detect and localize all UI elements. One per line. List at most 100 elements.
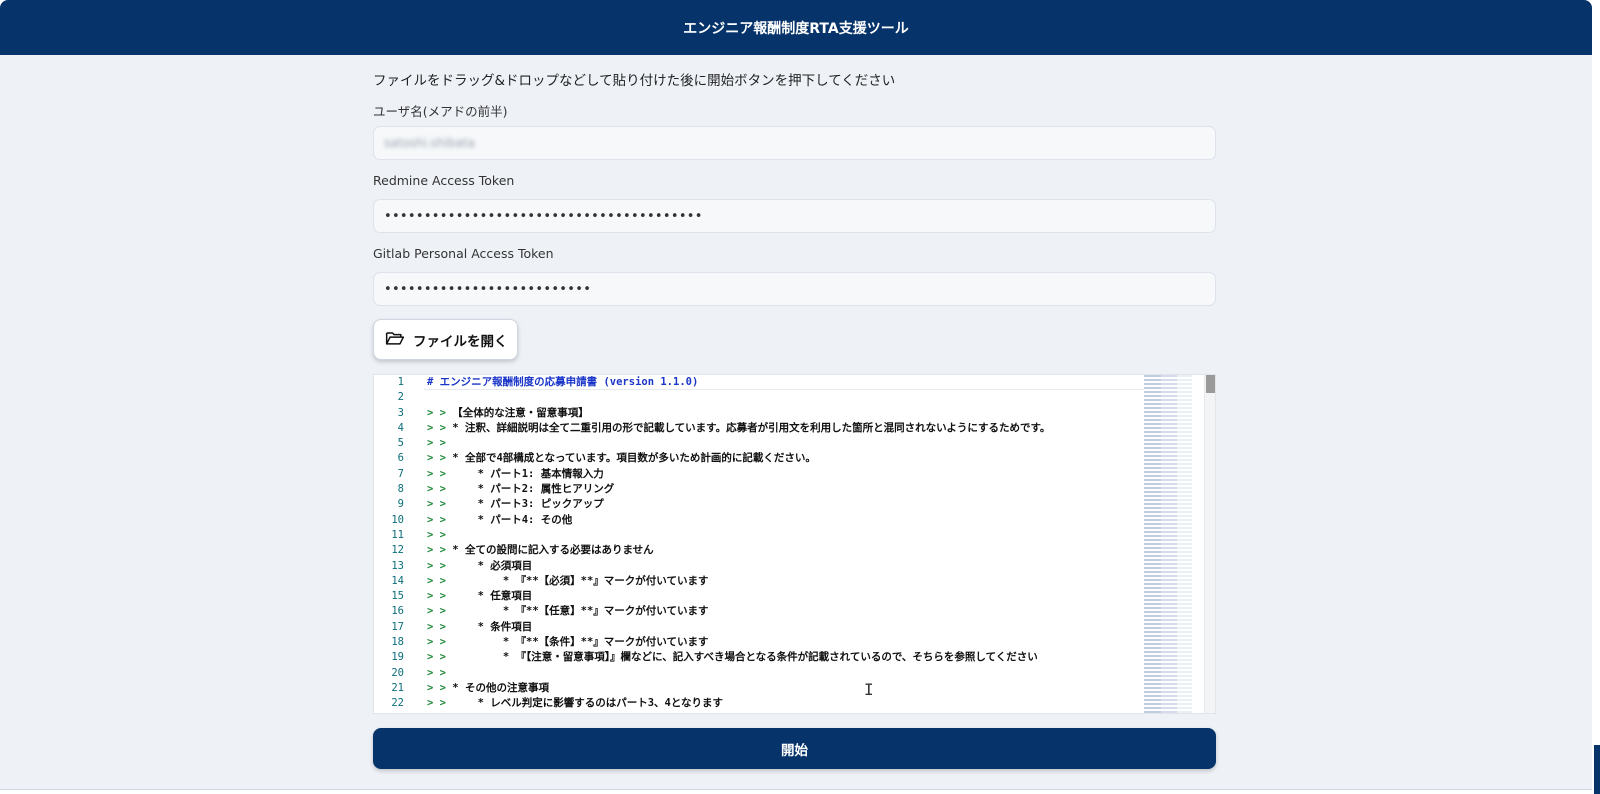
- username-label: ユーザ名(メアドの前半): [373, 104, 508, 119]
- line-content: > > * パート4: その他: [427, 513, 572, 528]
- app-title: エンジニア報酬制度RTA支援ツール: [683, 20, 909, 37]
- line-number: 5: [397, 437, 404, 450]
- username-field[interactable]: satoshi.shibata: [373, 126, 1216, 160]
- line-content: > >: [427, 528, 446, 543]
- line-number: 4: [397, 421, 404, 434]
- quote-marker: > >: [427, 467, 453, 480]
- editor-scrollbar-thumb[interactable]: [1206, 375, 1215, 393]
- line-number: 14: [391, 574, 404, 587]
- quote-marker: > >: [427, 697, 453, 710]
- redmine-token-label: Redmine Access Token: [373, 173, 515, 188]
- line-text: * 注釈、詳細説明は全て二重引用の形で記載しています。応募者が引用文を利用した箇…: [452, 421, 1051, 434]
- redmine-token-field[interactable]: ••••••••••••••••••••••••••••••••••••••••: [373, 199, 1216, 233]
- line-content: > > * その他の注意事項: [427, 681, 549, 696]
- quote-marker: > >: [427, 421, 453, 434]
- line-text: 【全体的な注意・留意事項】: [452, 406, 589, 419]
- redmine-token-value: ••••••••••••••••••••••••••••••••••••••••: [384, 208, 703, 224]
- line-text: * パート1: 基本情報入力: [452, 467, 604, 480]
- editor-line: 10 > > * パート4: その他: [374, 513, 1144, 528]
- editor-lines: 1 # エンジニア報酬制度の応募申請書 (version 1.1.0) 2 3 > > …: [374, 375, 1144, 712]
- quote-marker: > >: [427, 636, 453, 649]
- line-content: > >: [427, 436, 446, 451]
- line-number: 13: [391, 559, 404, 572]
- start-button[interactable]: 開始: [373, 728, 1216, 769]
- markdown-heading: # エンジニア報酬制度の応募申請書 (version 1.1.0): [427, 376, 699, 388]
- line-content: > > * 『**【条件】**』マークが付いています: [427, 635, 708, 650]
- line-number: 3: [397, 406, 404, 419]
- line-number: 8: [397, 483, 404, 496]
- line-text: * レベル判定に影響するのはパート3、4となります: [452, 697, 724, 710]
- line-number: 6: [397, 452, 404, 465]
- line-text: * パート3: ピックアップ: [452, 498, 604, 511]
- line-text: * 必須項目: [452, 559, 533, 572]
- editor-line: 11 > >: [374, 528, 1144, 543]
- editor-line: 12 > > * 全ての設問に記入する必要はありません: [374, 543, 1144, 558]
- editor-line: 15 > > * 任意項目: [374, 589, 1144, 604]
- gitlab-token-value: ••••••••••••••••••••••••••: [384, 281, 592, 297]
- line-content: > > * 『【注意・留意事項】』欄などに、記入すべき場合となる条件が記載されて…: [427, 650, 1038, 665]
- line-text: * その他の注意事項: [452, 681, 549, 694]
- editor-line: 22 > > * レベル判定に影響するのはパート3、4となります: [374, 696, 1144, 711]
- line-number: 10: [391, 513, 404, 526]
- instruction-text: ファイルをドラッグ&ドロップなどして貼り付けた後に開始ボタンを押下してください: [373, 73, 896, 89]
- line-number: 16: [391, 605, 404, 618]
- quote-marker: > >: [427, 651, 453, 664]
- line-content: # エンジニア報酬制度の応募申請書 (version 1.1.0): [427, 375, 698, 390]
- gitlab-token-field[interactable]: ••••••••••••••••••••••••••: [373, 272, 1216, 306]
- quote-marker: > >: [427, 528, 446, 541]
- line-number: 17: [391, 620, 404, 633]
- markdown-editor[interactable]: 1 # エンジニア報酬制度の応募申請書 (version 1.1.0) 2 3 > > …: [373, 374, 1216, 714]
- quote-marker: > >: [427, 620, 453, 633]
- quote-marker: > >: [427, 574, 453, 587]
- line-number: 12: [391, 544, 404, 557]
- editor-line: 21 > > * その他の注意事項: [374, 681, 1144, 696]
- editor-line: 6 > > * 全部で4部構成となっています。項目数が多いため計画的に記載ください…: [374, 451, 1144, 466]
- editor-line: 13 > > * 必須項目: [374, 559, 1144, 574]
- editor-minimap[interactable]: [1144, 375, 1204, 713]
- editor-line: 17 > > * 条件項目: [374, 620, 1144, 635]
- line-text: * 『**【条件】**』マークが付いています: [452, 636, 709, 649]
- window-edge-indicator: [1594, 745, 1600, 794]
- editor-line: 3 > > 【全体的な注意・留意事項】: [374, 406, 1144, 421]
- editor-line: 16 > > * 『**【任意】**』マークが付いています: [374, 604, 1144, 619]
- line-number: 15: [391, 590, 404, 603]
- line-content: > > * 注釈、詳細説明は全て二重引用の形で記載しています。応募者が引用文を利…: [427, 421, 1050, 436]
- editor-line: 2: [374, 390, 1144, 405]
- quote-marker: > >: [427, 513, 453, 526]
- editor-line: 19 > > * 『【注意・留意事項】』欄などに、記入すべき場合となる条件が記載さ…: [374, 650, 1144, 665]
- line-content: > > * 全ての設問に記入する必要はありません: [427, 543, 654, 558]
- line-number: 1: [397, 376, 404, 388]
- line-text: * 『**【任意】**』マークが付いています: [452, 605, 709, 618]
- line-number: 9: [397, 498, 404, 511]
- line-number: 20: [391, 666, 404, 679]
- open-file-button[interactable]: ファイルを開く: [373, 319, 518, 360]
- editor-line: 7 > > * パート1: 基本情報入力: [374, 467, 1144, 482]
- line-content: > > * パート2: 属性ヒアリング: [427, 482, 614, 497]
- editor-line: 5 > >: [374, 436, 1144, 451]
- quote-marker: > >: [427, 498, 453, 511]
- editor-line: 9 > > * パート3: ピックアップ: [374, 497, 1144, 512]
- line-content: > > * 『**【必須】**』マークが付いています: [427, 574, 708, 589]
- line-content: > > * パート3: ピックアップ: [427, 497, 604, 512]
- line-text: * 任意項目: [452, 590, 533, 603]
- quote-marker: > >: [427, 590, 453, 603]
- editor-line: 20 > >: [374, 666, 1144, 681]
- quote-marker: > >: [427, 483, 453, 496]
- line-content: > > * 必須項目: [427, 559, 532, 574]
- quote-marker: > >: [427, 452, 453, 465]
- editor-scrollbar[interactable]: [1204, 375, 1215, 713]
- line-number: 19: [391, 651, 404, 664]
- quote-marker: > >: [427, 666, 446, 679]
- quote-marker: > >: [427, 681, 453, 694]
- i-beam-cursor-icon: I: [864, 680, 874, 699]
- line-text: * 『**【必須】**』マークが付いています: [452, 574, 709, 587]
- quote-marker: > >: [427, 406, 453, 419]
- line-content: > >: [427, 666, 446, 681]
- line-text: * パート4: その他: [452, 513, 573, 526]
- line-number: 11: [391, 528, 404, 541]
- start-button-label: 開始: [781, 742, 808, 759]
- line-content: > > * 条件項目: [427, 620, 532, 635]
- line-number: 22: [391, 697, 404, 710]
- editor-line: 8 > > * パート2: 属性ヒアリング: [374, 482, 1144, 497]
- quote-marker: > >: [427, 544, 453, 557]
